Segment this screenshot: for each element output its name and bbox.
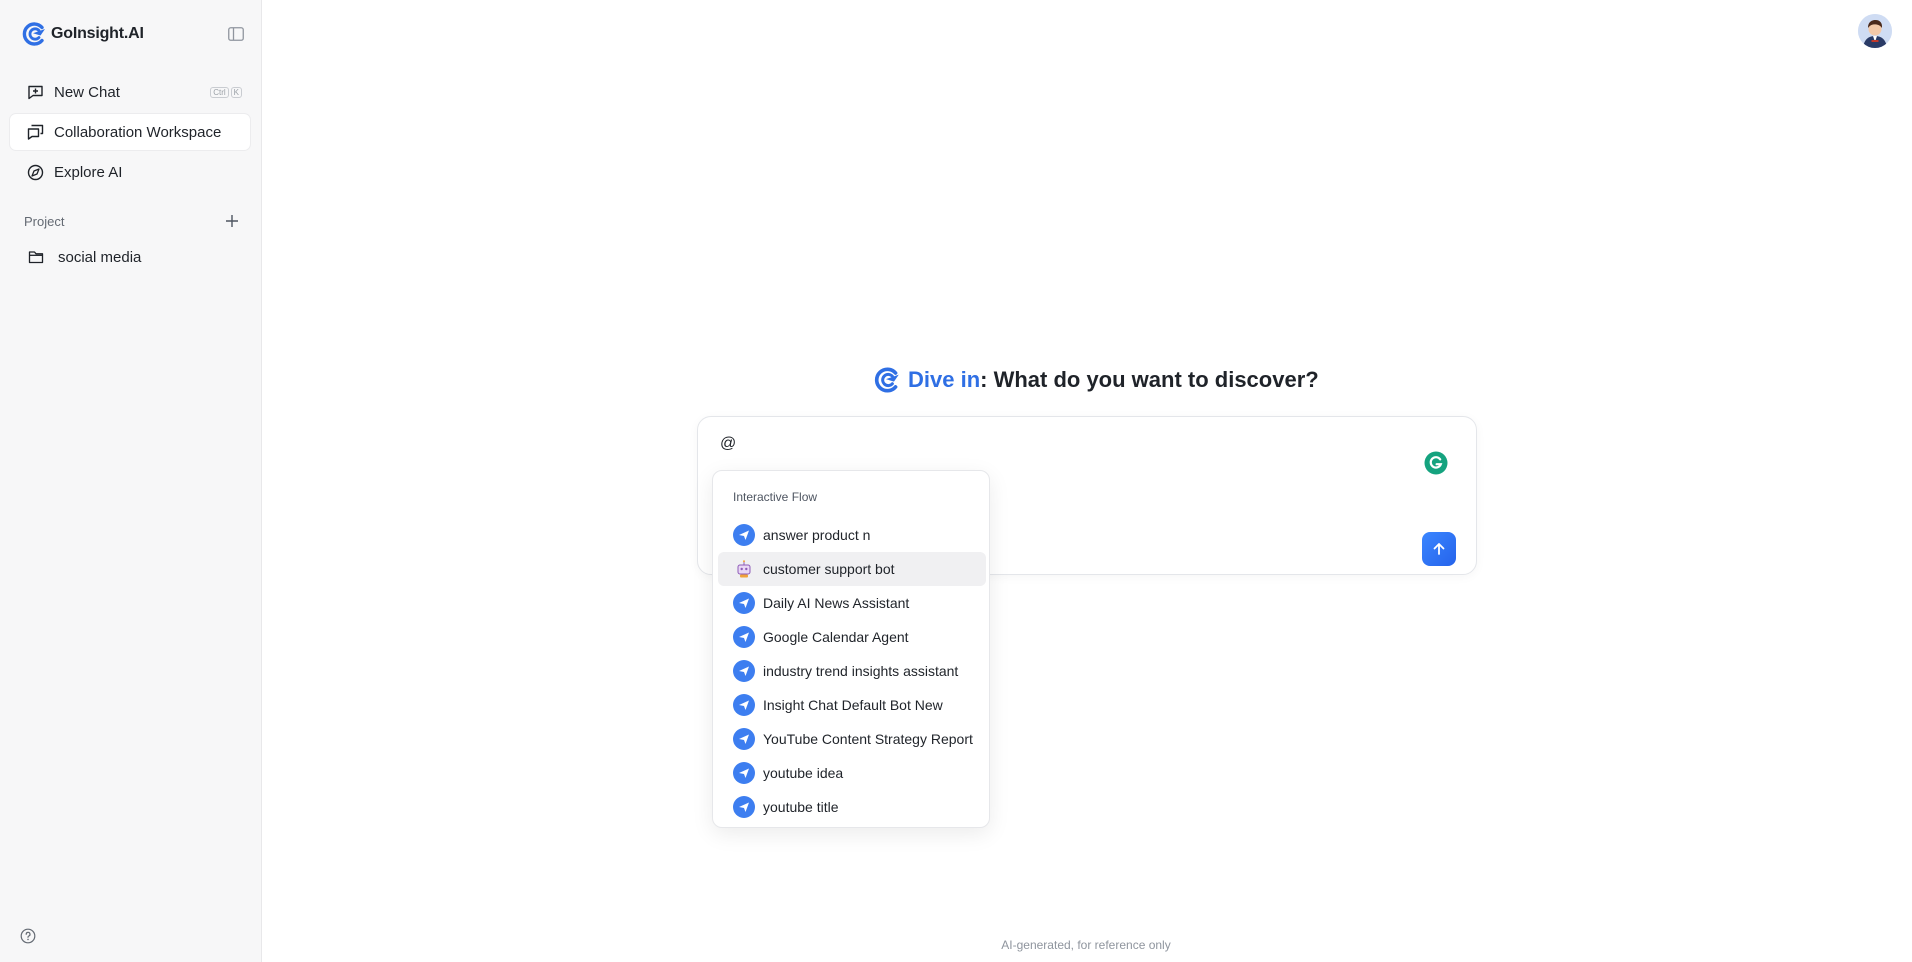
project-section-label: Project <box>24 213 65 229</box>
send-icon <box>733 524 755 546</box>
shortcut-key: Ctrl <box>210 86 229 98</box>
send-button[interactable] <box>1422 532 1456 566</box>
chat-input-text[interactable]: @ <box>720 435 736 453</box>
hero-highlight: Dive in <box>908 367 981 392</box>
project-item-social-media[interactable]: social media <box>14 242 250 272</box>
nav-item-label: Collaboration Workspace <box>54 123 222 141</box>
dropdown-item-label: youtube idea <box>763 765 844 781</box>
dropdown-item-label: youtube title <box>763 799 839 815</box>
explore-icon <box>26 163 44 181</box>
send-icon <box>733 626 755 648</box>
sidebar: GoInsight.AI New Chat Ctrl K Collaborati… <box>0 0 262 962</box>
dropdown-list: answer product n customer support bot Da… <box>718 518 986 824</box>
dropdown-item-label: Daily AI News Assistant <box>763 595 910 611</box>
folder-icon <box>28 251 44 264</box>
add-project-icon[interactable] <box>224 213 240 229</box>
mention-dropdown: Interactive Flow answer product n custom… <box>712 470 990 828</box>
dropdown-item-label: answer product n <box>763 527 871 543</box>
send-icon <box>733 762 755 784</box>
nav-item-explore-ai[interactable]: Explore AI <box>10 154 250 190</box>
nav-item-new-chat[interactable]: New Chat Ctrl K <box>10 74 250 110</box>
brand-name: GoInsight.AI <box>51 25 144 42</box>
dropdown-item-label: YouTube Content Strategy Report <box>763 731 973 747</box>
send-icon <box>733 592 755 614</box>
dropdown-item[interactable]: youtube title <box>718 790 986 824</box>
nav-item-collaboration-workspace[interactable]: Collaboration Workspace <box>10 114 250 150</box>
dropdown-item[interactable]: answer product n <box>718 518 986 552</box>
dropdown-item[interactable]: Google Calendar Agent <box>718 620 986 654</box>
collaboration-icon <box>26 123 44 141</box>
main-nav: New Chat Ctrl K Collaboration Workspace … <box>10 74 250 194</box>
send-icon <box>733 694 755 716</box>
send-icon <box>733 660 755 682</box>
shortcut-key: K <box>230 86 242 98</box>
hero-heading: Dive in : What do you want to discover? <box>872 364 1319 396</box>
send-icon <box>733 796 755 818</box>
dropdown-header: Interactive Flow <box>733 490 818 504</box>
grammarly-icon[interactable] <box>1424 451 1448 475</box>
nav-item-label: Explore AI <box>54 163 123 181</box>
dropdown-item-label: industry trend insights assistant <box>763 663 959 679</box>
sidebar-toggle-icon[interactable] <box>228 27 244 41</box>
dropdown-item[interactable]: Insight Chat Default Bot New <box>718 688 986 722</box>
nav-item-label: New Chat <box>54 83 120 101</box>
project-section-header: Project <box>24 211 240 231</box>
project-item-label: social media <box>58 248 142 266</box>
dropdown-item-label: Insight Chat Default Bot New <box>763 697 943 713</box>
send-icon <box>733 728 755 750</box>
dropdown-item[interactable]: YouTube Content Strategy Report <box>718 722 986 756</box>
robot-icon <box>733 558 755 580</box>
dropdown-item-label: customer support bot <box>763 561 895 577</box>
new-chat-icon <box>26 83 44 101</box>
dropdown-item[interactable]: Daily AI News Assistant <box>718 586 986 620</box>
goinsight-logo-icon <box>22 22 45 46</box>
shortcut-hint: Ctrl K <box>210 86 242 98</box>
dropdown-item[interactable]: youtube idea <box>718 756 986 790</box>
brand[interactable]: GoInsight.AI <box>20 20 144 48</box>
user-avatar[interactable] <box>1858 14 1892 48</box>
dropdown-item[interactable]: industry trend insights assistant <box>718 654 986 688</box>
goinsight-logo-icon <box>874 367 899 393</box>
avatar-icon <box>1858 14 1892 48</box>
dropdown-item[interactable]: customer support bot <box>718 552 986 586</box>
arrow-up-icon <box>1433 543 1445 555</box>
hero-question: : What do you want to discover? <box>980 367 1319 392</box>
footer-disclaimer: AI-generated, for reference only <box>1001 938 1171 952</box>
dropdown-item-label: Google Calendar Agent <box>763 629 909 645</box>
